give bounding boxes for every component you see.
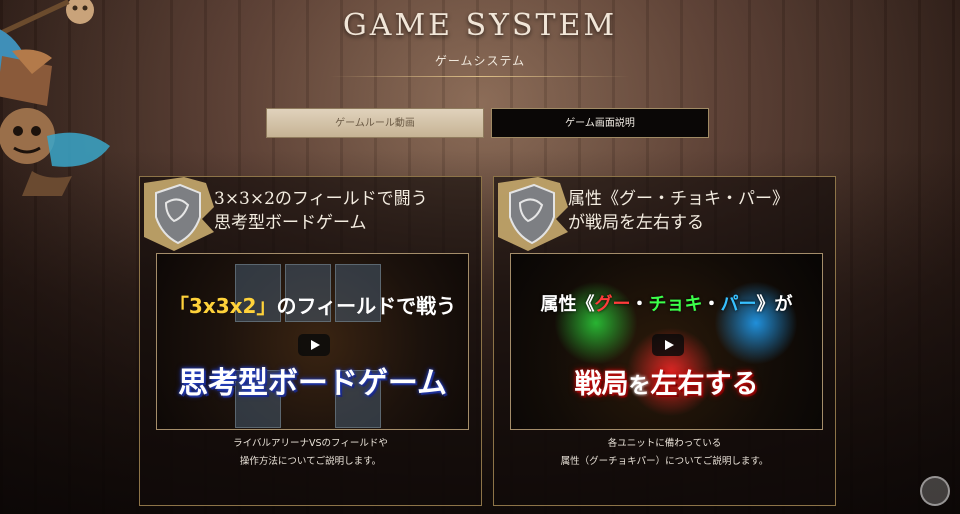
video-caption-text: のフィールドで戦う bbox=[276, 294, 457, 318]
site-logo-icon bbox=[920, 476, 950, 506]
card-title-line: 属性《グー・チョキ・パー》 bbox=[568, 189, 789, 209]
video-caption-highlight: 「3x3x2」 bbox=[168, 294, 277, 318]
feature-card-field: 3×3×2のフィールドで闘う 思考型ボードゲーム 「3x3x2」のフィールドで戦… bbox=[139, 176, 482, 506]
video-caption-text: 左右する bbox=[650, 369, 759, 400]
play-icon[interactable] bbox=[652, 334, 684, 356]
video-caption-paper: パー bbox=[720, 294, 757, 315]
page-subtitle: ゲームシステム bbox=[434, 54, 526, 68]
video-caption-rock: グー bbox=[594, 294, 631, 315]
video-caption-text: を bbox=[628, 374, 651, 399]
description-line: 操作方法についてご説明します。 bbox=[239, 456, 382, 467]
card-title-line: 3×3×2のフィールドで闘う bbox=[214, 189, 428, 209]
description-line: 各ユニットに備わっている bbox=[607, 438, 722, 449]
shield-emblem-icon bbox=[144, 177, 214, 251]
video-thumbnail-game-rules[interactable]: 「3x3x2」のフィールドで戦う 思考型ボードゲーム bbox=[156, 253, 469, 430]
video-caption-text: 属性《 bbox=[540, 294, 595, 315]
video-caption-scissors: チョキ bbox=[648, 294, 703, 315]
feature-card-attribute: 属性《グー・チョキ・パー》 が戦局を左右する 属性《グー・チョキ・パー》が 戦局… bbox=[493, 176, 836, 506]
video-caption-top: 「3x3x2」のフィールドで戦う bbox=[157, 290, 468, 319]
page-title: GAME SYSTEM bbox=[342, 8, 618, 43]
card-title: 3×3×2のフィールドで闘う 思考型ボードゲーム bbox=[214, 187, 480, 235]
card-title-line: 思考型ボードゲーム bbox=[214, 213, 367, 233]
video-caption-text: 》が bbox=[756, 294, 793, 315]
video-caption-top: 属性《グー・チョキ・パー》が bbox=[511, 290, 822, 316]
play-icon[interactable] bbox=[298, 334, 330, 356]
video-caption-text: ・ bbox=[702, 294, 721, 315]
video-caption-bottom: 思考型ボードゲーム bbox=[177, 366, 448, 401]
tab-game-rule-video[interactable]: ゲームルール動画 bbox=[266, 108, 484, 138]
card-title: 属性《グー・チョキ・パー》 が戦局を左右する bbox=[568, 187, 834, 235]
video-caption-text: 戦局 bbox=[574, 369, 629, 400]
card-title-line: が戦局を左右する bbox=[568, 213, 704, 233]
tab-game-screen-explanation[interactable]: ゲーム画面説明 bbox=[491, 108, 709, 138]
title-divider bbox=[330, 76, 630, 77]
card-description: ライバルアリーナVSのフィールドや 操作方法についてご説明します。 bbox=[140, 435, 481, 471]
description-line: 属性（グーチョキパー）についてご説明します。 bbox=[560, 456, 769, 467]
video-thumbnail-attributes[interactable]: 属性《グー・チョキ・パー》が 戦局を左右する bbox=[510, 253, 823, 430]
shield-emblem-icon bbox=[498, 177, 568, 251]
description-line: ライバルアリーナVSのフィールドや bbox=[233, 438, 388, 449]
video-caption-text: ・ bbox=[630, 294, 649, 315]
card-description: 各ユニットに備わっている 属性（グーチョキパー）についてご説明します。 bbox=[494, 435, 835, 471]
video-caption-bottom: 戦局を左右する bbox=[511, 362, 822, 401]
